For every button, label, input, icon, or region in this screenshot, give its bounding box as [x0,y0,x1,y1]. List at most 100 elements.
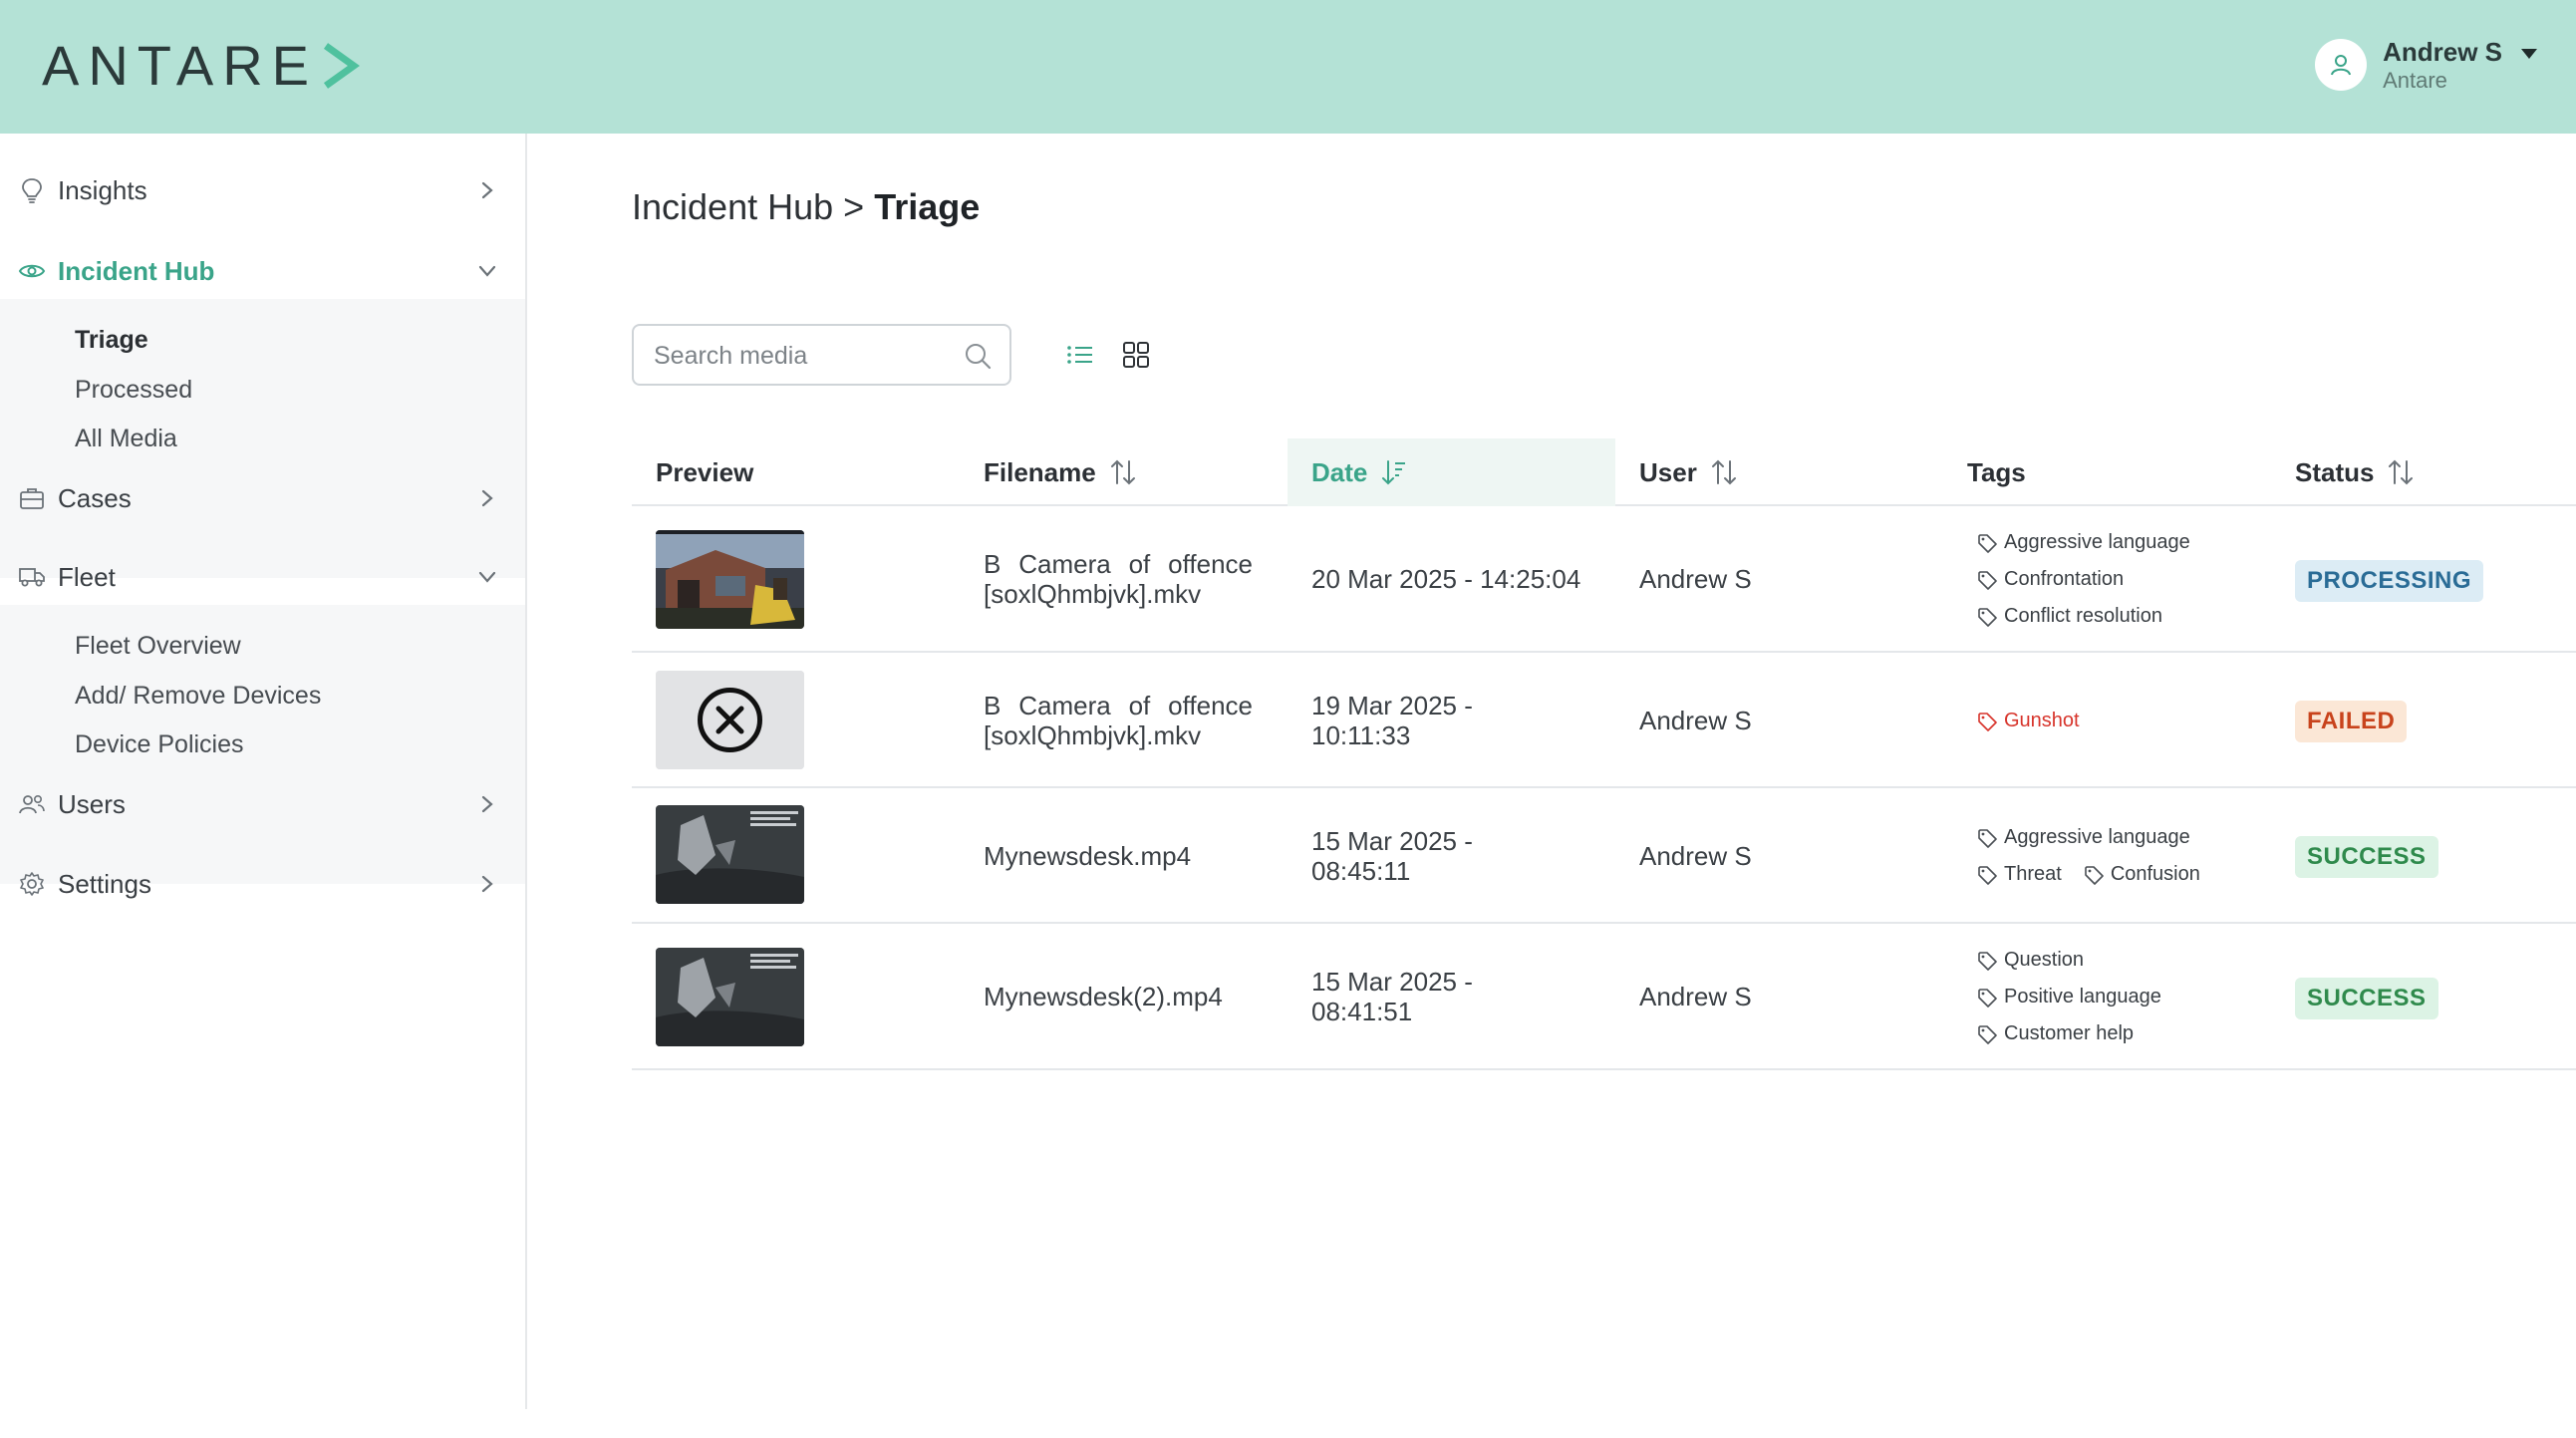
search-icon[interactable] [964,342,992,375]
table-row[interactable]: Mynewsdesk(2).mp4 15 Mar 2025 - 08:41:51… [632,924,2576,1070]
media-table: Preview Filename Date User Tags Status B… [632,438,2576,1070]
search-input[interactable] [654,336,953,376]
tag[interactable]: Positive language [1977,986,2161,1008]
tag-icon [1978,712,1997,731]
incident-hub-submenu: Triage Processed All Media [0,299,525,578]
status-cell: SUCCESS [2295,836,2438,878]
sidebar-subitem-add-remove-devices[interactable]: Add/ Remove Devices [0,672,525,721]
chevron-right-icon [473,870,501,898]
sidebar-item-incident-hub[interactable]: Incident Hub [0,241,525,301]
caret-down-icon[interactable] [2520,48,2538,60]
sidebar-subitem-device-policies[interactable]: Device Policies [0,720,525,770]
tag-label: Gunshot [2004,710,2080,731]
date-line: 15 Mar 2025 - [1311,826,1473,856]
sidebar-item-settings[interactable]: Settings [0,854,525,914]
date-line: 19 Mar 2025 - [1311,691,1473,720]
user-icon [2331,55,2352,76]
sort-descending-icon[interactable] [1381,458,1407,486]
table-row[interactable]: B Camera of offence [soxlQhmbjvk].mkv 19… [632,653,2576,788]
sidebar-item-label: Settings [58,868,151,899]
tag[interactable]: Confrontation [1977,568,2124,591]
sort-icon[interactable] [1711,458,1737,486]
truck-icon [18,563,46,591]
page-title: Triage [874,186,981,227]
tag[interactable]: Threat [1977,863,2062,886]
sidebar-item-label: Users [58,788,126,819]
failed-preview [656,671,804,769]
tag[interactable]: Aggressive language [1977,826,2190,849]
lightbulb-icon [18,176,46,204]
status-cell: PROCESSING [2295,560,2484,602]
sidebar-subitem-fleet-overview[interactable]: Fleet Overview [0,622,525,672]
status-cell: FAILED [2295,701,2408,742]
date-line: 10:11:33 [1311,720,1411,750]
tag-label: Threat [2004,863,2062,885]
breadcrumb-parent[interactable]: Incident Hub [632,186,833,227]
tag[interactable]: Conflict resolution [1977,605,2162,628]
antare-logo[interactable]: ANTARE [42,36,360,96]
chevron-right-icon [473,484,501,512]
column-header-user[interactable]: User [1615,438,1943,506]
user-cell: Andrew S [1639,841,1752,871]
sidebar-item-fleet[interactable]: Fleet [0,547,525,607]
column-label: User [1639,456,1697,487]
filename-cell: B Camera of offence [soxlQhmbjvk].mkv [984,691,1253,750]
chevron-down-icon [473,257,501,285]
tag-label: Confusion [2110,863,2200,885]
table-row[interactable]: Mynewsdesk.mp4 15 Mar 2025 - 08:45:11 An… [632,788,2576,924]
sidebar-item-label: Insights [58,174,147,205]
user-name: Andrew S [2383,37,2502,67]
video-thumbnail[interactable] [656,948,804,1046]
sidebar-subitem-processed[interactable]: Processed [0,366,525,416]
column-header-filename[interactable]: Filename [960,438,1288,506]
tag-icon [1978,865,1997,885]
sidebar-subitem-all-media[interactable]: All Media [0,415,525,464]
filename-cell: B Camera of offence [soxlQhmbjvk].mkv [984,549,1253,609]
tag-label: Confrontation [2004,568,2125,590]
tag-label: Customer help [2004,1022,2135,1044]
sidebar-item-users[interactable]: Users [0,774,525,834]
status-cell: SUCCESS [2295,978,2438,1019]
date-line: 20 Mar 2025 - 14:25:04 [1311,564,1581,594]
video-thumbnail[interactable] [656,530,804,629]
tags-cell: Aggressive language Confrontation Confli… [1977,524,2212,635]
tag-label: Aggressive language [2004,531,2190,553]
tag[interactable]: Confusion [2084,863,2200,886]
fleet-submenu: Fleet Overview Add/ Remove Devices Devic… [0,605,525,884]
table-header: Preview Filename Date User Tags Status [632,438,2576,506]
tag[interactable]: Aggressive language [1977,531,2190,554]
sidebar-item-label: Fleet [58,561,116,592]
logo-text: ANTARE [42,34,318,97]
user-menu[interactable]: Andrew S Antare [2315,36,2538,94]
status-badge: SUCCESS [2295,836,2438,878]
column-header-preview: Preview [632,438,960,506]
filename-cell: Mynewsdesk(2).mp4 [984,982,1223,1011]
briefcase-icon [18,484,46,512]
sidebar-subitem-triage[interactable]: Triage [0,316,525,366]
date-cell: 15 Mar 2025 - 08:45:11 [1311,826,1473,886]
avatar[interactable] [2315,39,2368,91]
sidebar-item-insights[interactable]: Insights [0,160,525,220]
user-cell: Andrew S [1639,706,1752,735]
video-thumbnail[interactable] [656,805,804,904]
column-label: Preview [656,456,754,487]
tag[interactable]: Customer help [1977,1022,2134,1045]
gear-icon [18,870,46,898]
tag-label: Conflict resolution [2004,605,2162,627]
grid-view-icon[interactable] [1120,339,1152,371]
tags-cell: Aggressive language Threat Confusion [1977,819,2222,893]
tag[interactable]: Question [1977,949,2084,972]
list-view-icon[interactable] [1064,339,1096,371]
column-header-date[interactable]: Date [1288,438,1615,506]
sort-icon[interactable] [2388,458,2414,486]
date-line: 08:41:51 [1311,997,1413,1026]
sort-icon[interactable] [1110,458,1136,486]
filename-line: B Camera of offence [984,691,1253,720]
column-label: Status [2295,456,2375,487]
table-row[interactable]: B Camera of offence [soxlQhmbjvk].mkv 20… [632,506,2576,653]
date-line: 15 Mar 2025 - [1311,967,1473,997]
column-header-status[interactable]: Status [2271,438,2576,506]
tag[interactable]: Gunshot [1977,710,2080,732]
filename-line: Mynewsdesk.mp4 [984,841,1192,871]
sidebar-item-cases[interactable]: Cases [0,468,525,528]
